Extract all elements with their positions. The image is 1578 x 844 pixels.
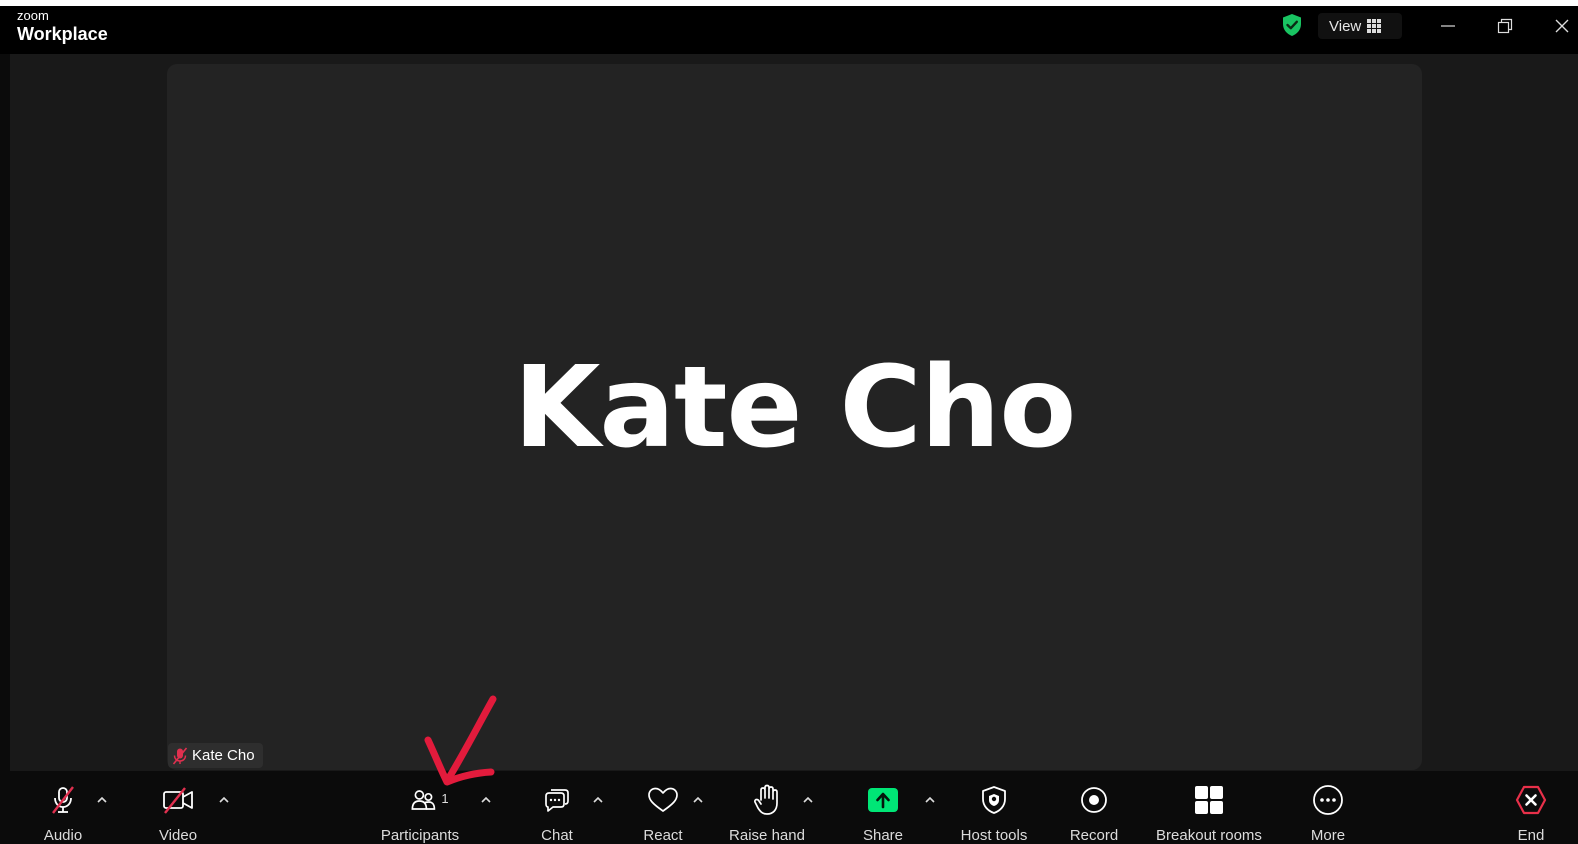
- meeting-toolbar: Audio Video 1 Participants Chat React Ra…: [0, 771, 1578, 844]
- raise-hand-button[interactable]: Raise hand: [722, 771, 812, 844]
- breakout-rooms-label: Breakout rooms: [1156, 827, 1262, 844]
- close-icon: [1555, 19, 1569, 33]
- minimize-icon: [1441, 25, 1455, 27]
- participant-name-tag: Kate Cho: [168, 743, 263, 768]
- chat-options-chevron-up-icon[interactable]: [592, 795, 604, 805]
- title-bar: zoom Workplace View: [0, 6, 1578, 54]
- participants-count: 1: [441, 790, 449, 806]
- participant-display-name: Kate Cho: [513, 343, 1077, 473]
- breakout-rooms-icon: [1195, 786, 1223, 814]
- host-tools-label: Host tools: [960, 827, 1028, 844]
- view-label: View: [1329, 17, 1362, 35]
- raise-hand-icon: [754, 784, 778, 815]
- mic-muted-icon: [52, 786, 74, 814]
- breakout-rooms-button[interactable]: Breakout rooms: [1149, 771, 1269, 844]
- more-label: More: [1310, 827, 1346, 844]
- react-options-chevron-up-icon[interactable]: [692, 795, 704, 805]
- end-label: End: [1517, 827, 1545, 844]
- more-button[interactable]: More: [1298, 771, 1358, 844]
- zoom-meeting-window: zoom Workplace View Kate Cho Kate Cho Au…: [0, 6, 1578, 844]
- video-button[interactable]: Video: [143, 771, 213, 844]
- grid-icon: [1367, 19, 1382, 33]
- record-button[interactable]: Record: [1064, 771, 1124, 844]
- participants-label: Participants: [380, 827, 460, 844]
- video-options-chevron-up-icon[interactable]: [218, 795, 230, 805]
- brand-zoom: zoom: [17, 8, 49, 23]
- end-meeting-icon: [1515, 785, 1547, 815]
- end-meeting-button[interactable]: End: [1504, 771, 1558, 844]
- shield-check-icon[interactable]: [1281, 13, 1303, 37]
- audio-button[interactable]: Audio: [28, 771, 98, 844]
- participants-options-chevron-up-icon[interactable]: [480, 795, 492, 805]
- heart-icon: [648, 787, 678, 812]
- muted-mic-icon: [172, 746, 188, 765]
- audio-label: Audio: [43, 827, 83, 844]
- restore-icon: [1497, 18, 1513, 34]
- chat-label: Chat: [541, 827, 573, 844]
- participant-video-tile[interactable]: Kate Cho: [167, 64, 1422, 770]
- name-tag-label: Kate Cho: [192, 747, 255, 764]
- chat-button[interactable]: Chat: [527, 771, 587, 844]
- share-label: Share: [862, 827, 904, 844]
- more-icon: [1313, 785, 1343, 815]
- video-off-icon: [163, 787, 193, 814]
- minimize-button[interactable]: [1434, 12, 1462, 40]
- record-label: Record: [1069, 827, 1119, 844]
- share-options-chevron-up-icon[interactable]: [924, 795, 936, 805]
- record-icon: [1081, 787, 1107, 813]
- host-tools-shield-icon: [982, 786, 1006, 814]
- view-button[interactable]: View: [1318, 13, 1402, 39]
- video-label: Video: [158, 827, 198, 844]
- share-button[interactable]: Share: [853, 771, 913, 844]
- restore-button[interactable]: [1491, 12, 1519, 40]
- chat-icon: [545, 789, 569, 812]
- participants-icon: [411, 790, 436, 810]
- host-tools-button[interactable]: Host tools: [954, 771, 1034, 844]
- raise-hand-label: Raise hand: [729, 827, 805, 844]
- brand-workplace: Workplace: [17, 24, 108, 44]
- share-screen-icon: [868, 788, 898, 812]
- annotation-arrow-icon: [424, 695, 497, 786]
- raise-hand-options-chevron-up-icon[interactable]: [802, 795, 814, 805]
- audio-options-chevron-up-icon[interactable]: [96, 795, 108, 805]
- close-button[interactable]: [1548, 12, 1576, 40]
- react-label: React: [643, 827, 683, 844]
- react-button[interactable]: React: [633, 771, 693, 844]
